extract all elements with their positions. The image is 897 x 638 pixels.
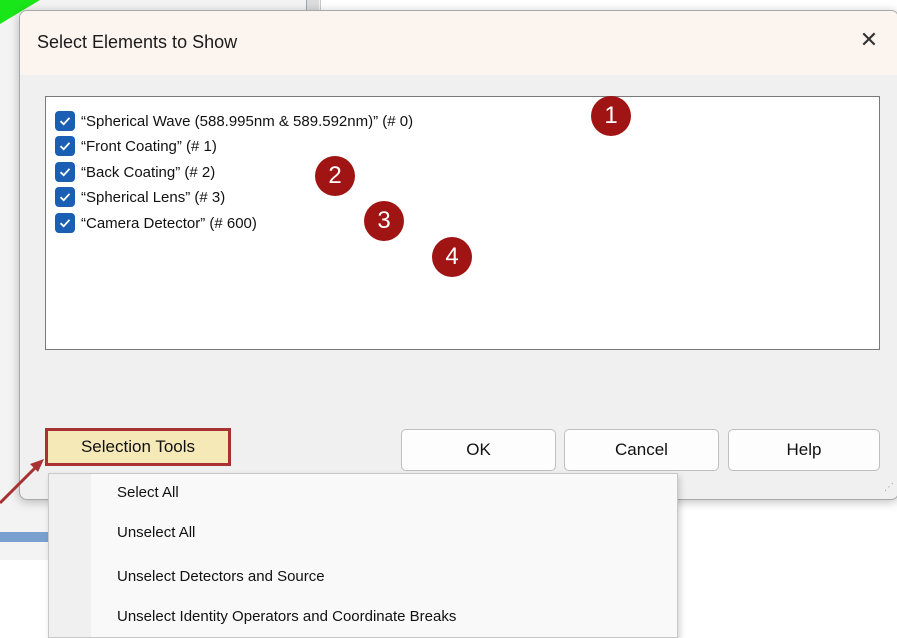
checkbox-checked-icon[interactable] [55,111,75,131]
help-button[interactable]: Help [728,429,880,471]
checkbox-checked-icon[interactable] [55,162,75,182]
annotation-badge-3: 3 [364,201,404,241]
list-item[interactable]: “Back Coating” (# 2) [55,160,215,184]
resize-grip-icon[interactable]: ⋰ [884,482,894,493]
menu-item-unselect-all[interactable]: Unselect All [117,524,195,541]
list-item-label: “Spherical Wave (588.995nm & 589.592nm)”… [81,112,414,130]
annotation-badge-1: 1 [591,96,631,136]
menu-gutter [49,474,91,637]
select-elements-dialog: Select Elements to Show ✕ “Spherical Wav… [19,10,897,500]
list-item-label: “Back Coating” (# 2) [81,163,216,181]
checkbox-checked-icon[interactable] [55,136,75,156]
list-item[interactable]: “Front Coating” (# 1) [55,134,217,158]
selection-tools-button[interactable]: Selection Tools [45,428,231,466]
list-item[interactable]: “Spherical Wave (588.995nm & 589.592nm)”… [55,109,413,133]
list-item-label: “Spherical Lens” (# 3) [81,188,226,206]
list-item[interactable]: “Spherical Lens” (# 3) [55,185,225,209]
dialog-title: Select Elements to Show [37,32,238,52]
menu-item-unselect-detectors-source[interactable]: Unselect Detectors and Source [117,568,325,585]
cancel-button[interactable]: Cancel [564,429,719,471]
selection-tools-menu: Select All Unselect All Unselect Detecto… [48,473,678,638]
annotation-badge-4: 4 [432,237,472,277]
pointer-arrow [0,459,44,505]
checkbox-checked-icon[interactable] [55,213,75,233]
menu-item-select-all[interactable]: Select All [117,484,179,501]
dialog-titlebar: Select Elements to Show ✕ [20,11,897,75]
list-item[interactable]: “Camera Detector” (# 600) [55,211,257,235]
list-item-label: “Front Coating” (# 1) [81,137,217,155]
list-item-label: “Camera Detector” (# 600) [81,214,257,232]
ok-button[interactable]: OK [401,429,556,471]
annotation-badge-2: 2 [315,156,355,196]
close-icon[interactable]: ✕ [854,25,884,55]
menu-item-unselect-identity-operators[interactable]: Unselect Identity Operators and Coordina… [117,608,456,625]
checkbox-checked-icon[interactable] [55,187,75,207]
elements-list[interactable]: “Spherical Wave (588.995nm & 589.592nm)”… [45,96,880,350]
background-bar [0,532,55,542]
